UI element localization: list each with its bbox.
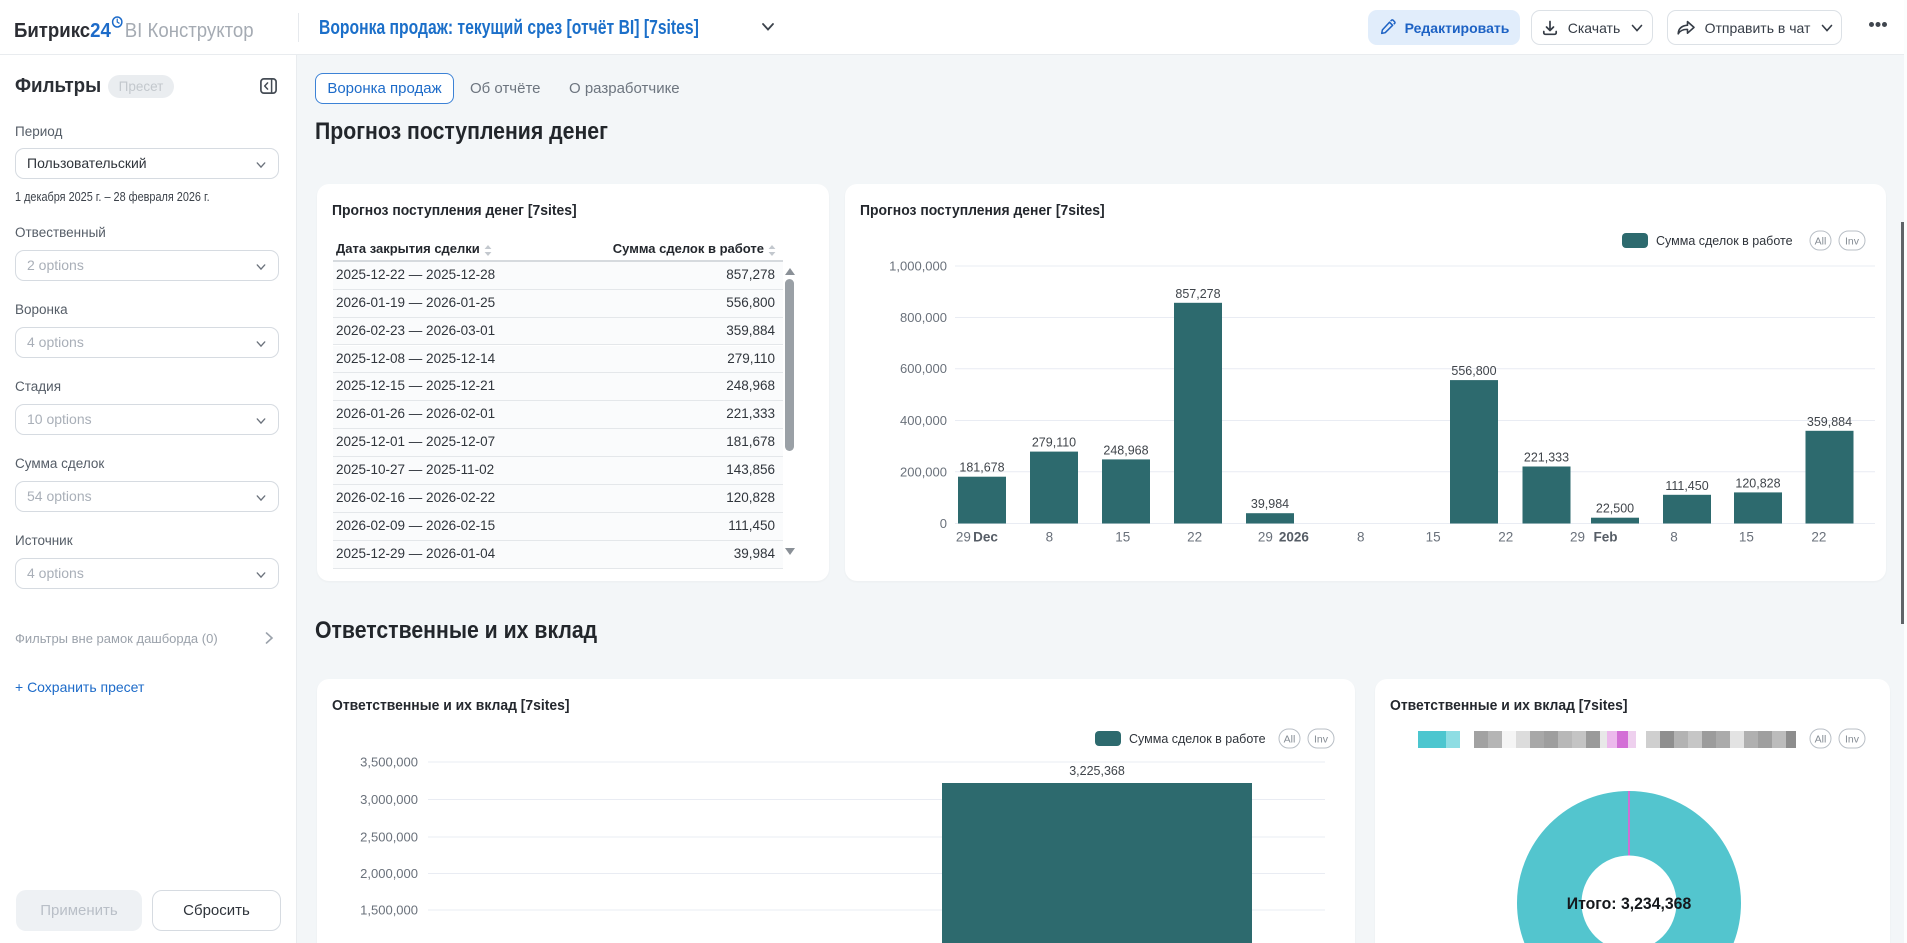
svg-text:2026: 2026 bbox=[1279, 530, 1310, 545]
svg-text:All: All bbox=[1815, 236, 1827, 248]
svg-text:Dec: Dec bbox=[973, 530, 998, 545]
svg-text:2,500,000: 2,500,000 bbox=[360, 830, 418, 845]
svg-text:Inv: Inv bbox=[1314, 734, 1329, 746]
svg-text:39,984: 39,984 bbox=[1251, 497, 1289, 511]
svg-text:3,000,000: 3,000,000 bbox=[360, 792, 418, 807]
svg-text:All: All bbox=[1815, 734, 1827, 746]
svg-text:15: 15 bbox=[1426, 530, 1441, 545]
svg-text:Feb: Feb bbox=[1593, 530, 1617, 545]
svg-text:15: 15 bbox=[1739, 530, 1754, 545]
svg-text:221,333: 221,333 bbox=[1524, 451, 1569, 465]
svg-text:120,828: 120,828 bbox=[1735, 476, 1780, 490]
svg-text:22,500: 22,500 bbox=[1596, 502, 1634, 516]
svg-text:3,500,000: 3,500,000 bbox=[360, 755, 418, 770]
svg-text:200,000: 200,000 bbox=[900, 464, 947, 479]
svg-text:22: 22 bbox=[1187, 530, 1202, 545]
svg-text:1,000,000: 1,000,000 bbox=[889, 259, 947, 274]
svg-text:15: 15 bbox=[1115, 530, 1130, 545]
svg-text:29: 29 bbox=[1570, 530, 1585, 545]
svg-text:8: 8 bbox=[1357, 530, 1365, 545]
svg-text:3,225,368: 3,225,368 bbox=[1069, 764, 1125, 778]
svg-text:29: 29 bbox=[956, 530, 971, 545]
svg-text:Сумма сделок в работе: Сумма сделок в работе bbox=[1656, 234, 1793, 248]
svg-text:800,000: 800,000 bbox=[900, 310, 947, 325]
svg-text:279,110: 279,110 bbox=[1032, 436, 1076, 450]
svg-text:Inv: Inv bbox=[1845, 236, 1860, 248]
svg-text:181,678: 181,678 bbox=[959, 461, 1004, 475]
svg-text:400,000: 400,000 bbox=[900, 413, 947, 428]
svg-text:All: All bbox=[1284, 734, 1296, 746]
svg-text:8: 8 bbox=[1046, 530, 1054, 545]
svg-text:22: 22 bbox=[1498, 530, 1513, 545]
svg-text:0: 0 bbox=[940, 516, 947, 531]
svg-text:8: 8 bbox=[1670, 530, 1678, 545]
svg-text:600,000: 600,000 bbox=[900, 361, 947, 376]
svg-text:Inv: Inv bbox=[1845, 734, 1860, 746]
svg-text:1,500,000: 1,500,000 bbox=[360, 903, 418, 918]
svg-text:2,000,000: 2,000,000 bbox=[360, 866, 418, 881]
svg-text:29: 29 bbox=[1258, 530, 1273, 545]
svg-text:857,278: 857,278 bbox=[1175, 287, 1220, 301]
svg-text:359,884: 359,884 bbox=[1807, 415, 1852, 429]
svg-text:248,968: 248,968 bbox=[1103, 443, 1148, 457]
svg-text:Сумма сделок в работе: Сумма сделок в работе bbox=[1129, 732, 1266, 746]
svg-text:556,800: 556,800 bbox=[1451, 364, 1496, 378]
svg-text:111,450: 111,450 bbox=[1665, 479, 1708, 493]
svg-text:Итого: 3,234,368: Итого: 3,234,368 bbox=[1567, 895, 1692, 914]
svg-text:22: 22 bbox=[1811, 530, 1826, 545]
